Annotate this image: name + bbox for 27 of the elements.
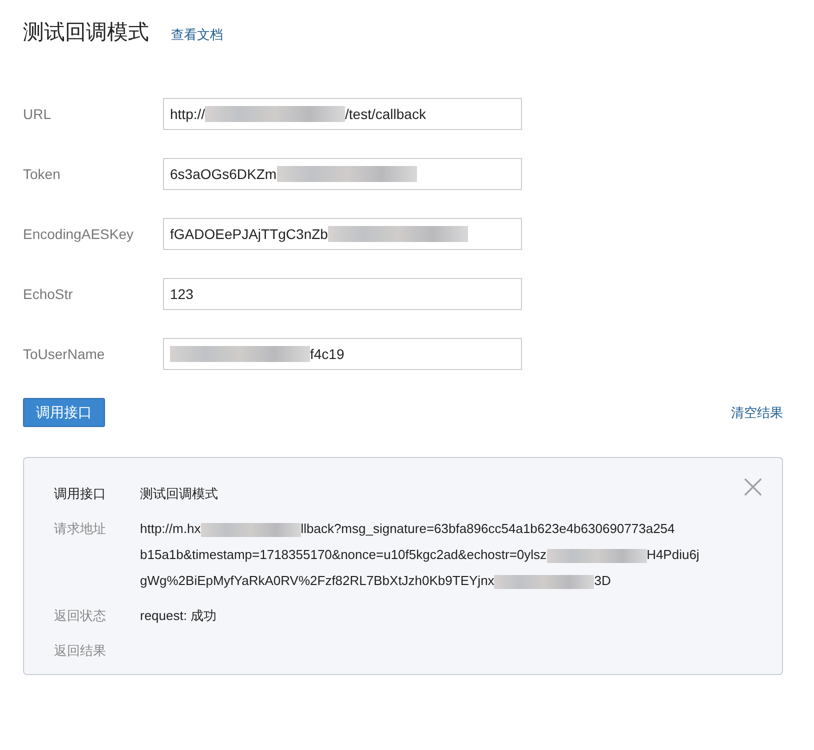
url-text: H4Pdiu6j: [646, 547, 700, 562]
input-field[interactable]: 123: [163, 278, 522, 310]
url-text: b15a1b&timestamp=1718355170&nonce=u10f5kgc2ad&echostr=0ylsz: [140, 547, 547, 562]
url-text: 3D: [594, 573, 611, 588]
result-label: 请求地址: [54, 521, 107, 538]
close-icon[interactable]: [744, 478, 762, 496]
url-text: http://m.hx: [140, 521, 201, 536]
result-value: request: 成功: [140, 607, 217, 625]
field-label: EchoStr: [23, 286, 74, 302]
result-value: 测试回调模式: [140, 485, 218, 503]
url-text: gWg%2BiEpMyfYaRkA0RV%2Fzf82RL7BbXtJzh0Kb9TEYjnx: [140, 573, 494, 588]
result-label: 调用接口: [54, 486, 107, 503]
call-api-button[interactable]: 调用接口: [23, 398, 105, 427]
input-field[interactable]: http:// /test/callback: [163, 98, 522, 130]
field-label: URL: [23, 106, 52, 122]
input-field[interactable]: 6s3aOGs6DKZm: [163, 158, 522, 190]
field-label: Token: [23, 166, 62, 182]
clear-results-link[interactable]: 清空结果: [731, 404, 783, 422]
result-label: 返回结果: [54, 643, 107, 659]
field-label: EncodingAESKey: [23, 226, 135, 242]
input-field[interactable]: fGADOEePJAjTTgC3nZb: [163, 218, 522, 250]
input-field[interactable]: f4c19: [163, 338, 522, 370]
docs-link[interactable]: 查看文档: [171, 26, 223, 44]
url-text: llback?msg_signature=63bfa896cc54a1b623e4b630690773a254: [300, 521, 675, 536]
page-title: 测试回调模式: [23, 20, 149, 46]
result-label: 返回状态: [54, 608, 107, 625]
field-label: ToUserName: [23, 346, 106, 362]
